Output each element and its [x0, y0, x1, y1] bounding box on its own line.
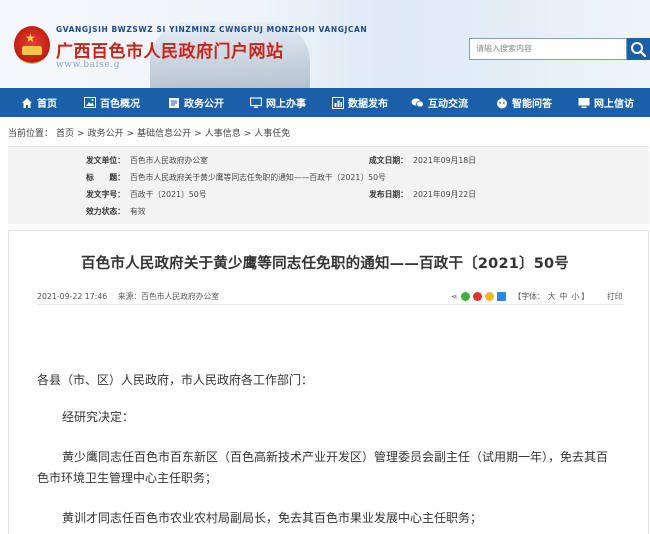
weibo-share-icon[interactable] [472, 292, 482, 301]
national-emblem-logo: ★ [14, 26, 50, 64]
meta-title: 标 题： 百色市人民政府关于黄少鹰等同志任免职的通知——百政干〔2021〕50号 [86, 173, 386, 182]
nav-item-label: 政务公开 [184, 99, 224, 110]
font-size-medium[interactable]: 中 [560, 291, 568, 302]
site-url: www.baise.g [56, 60, 121, 70]
breadcrumb-separator: > [243, 129, 252, 139]
nav-item-label: 智能问答 [512, 99, 552, 110]
breadcrumb: 当前位置： 首页 > 政务公开 > 基础信息公开 > 人事信息 > 人事任免 [8, 126, 293, 139]
search-input[interactable]: 请输入搜索内容 [469, 38, 627, 60]
nav-item-overview[interactable]: 百色概况 [83, 88, 140, 117]
breadcrumb-separator: > [194, 129, 202, 139]
nav-item-label: 网上办事 [266, 99, 306, 110]
nav-item-label: 网上信访 [594, 99, 634, 110]
qq-share-icon[interactable] [496, 292, 506, 301]
monitor-icon [249, 96, 262, 109]
site-title[interactable]: 广西百色市人民政府门户网站 [56, 37, 284, 62]
paragraph: 经研究决定： [62, 410, 135, 424]
breadcrumb-item-appointments[interactable]: 人事任免 [254, 129, 290, 139]
breadcrumb-separator: > [126, 129, 135, 139]
nav-item-label: 数据发布 [348, 99, 388, 110]
article-source-label: 来源： [117, 292, 142, 301]
article-datetime: 2021-09-22 17:46 [37, 292, 108, 301]
font-size-large[interactable]: 大 [548, 291, 556, 302]
meta-written-date: 成文日期： 2021年09月18日 [369, 156, 477, 165]
paragraph: 色市环境卫生管理中心主任职务； [37, 471, 218, 485]
meta-publisher: 发文单位： 百色市人民政府办公室 [86, 156, 208, 165]
font-size-small[interactable]: 小 [571, 291, 579, 302]
article-source: 百色市人民政府办公室 [141, 292, 220, 301]
article-title: 百色市人民政府关于黄少鹰等同志任免职的通知——百政干〔2021〕50号 [80, 256, 570, 272]
search-button[interactable] [627, 38, 650, 60]
nav-item-home[interactable]: 首页 [20, 88, 57, 117]
font-size-open: 【字体： [513, 292, 545, 301]
nav-item-interaction[interactable]: 互动交流 [411, 88, 468, 117]
nav-item-label: 首页 [37, 99, 57, 110]
meta-doc-number: 发文字号： 百政干〔2021〕50号 [86, 190, 207, 199]
robot-icon [495, 96, 508, 109]
share-bar: ⋖ 【字体： 大 中 小 】 打印 [451, 291, 623, 302]
print-link[interactable]: 打印 [607, 291, 623, 302]
nav-item-online-service[interactable]: 网上办事 [249, 88, 306, 117]
emblem-gate [22, 46, 42, 55]
meta-publish-date: 发布日期： 2021年09月22日 [369, 190, 477, 199]
search-icon [631, 42, 647, 58]
breadcrumb-item-gov-affairs[interactable]: 政务公开 [88, 129, 124, 139]
font-size-close: 】 [581, 292, 589, 301]
nav-item-label: 百色概况 [100, 99, 140, 110]
computer-icon [577, 96, 590, 109]
breadcrumb-prefix: 当前位置： [8, 129, 54, 139]
breadcrumb-separator: > [77, 129, 85, 139]
share-icon[interactable]: ⋖ [451, 292, 458, 301]
site-pinyin-title: GVANGJSIH BWZSWZ SI YINZMINZ CWNGFUJ MON… [56, 25, 368, 34]
document-icon [167, 96, 180, 109]
paragraph: 黄训才同志任百色市农业农村局副局长，免去其百色市果业发展中心主任职务； [62, 511, 483, 525]
article-info: 2021-09-22 17:46 来源：百色市人民政府办公室 [37, 291, 219, 302]
nav-item-data-release[interactable]: 数据发布 [331, 88, 388, 117]
breadcrumb-item-personnel-info[interactable]: 人事信息 [205, 129, 241, 139]
nav-item-smart-qa[interactable]: 智能问答 [495, 88, 552, 117]
qzone-share-icon[interactable] [484, 292, 494, 301]
breadcrumb-item-basic-info[interactable]: 基础信息公开 [137, 129, 191, 139]
breadcrumb-item-home[interactable]: 首页 [56, 129, 74, 139]
star-icon: ★ [25, 31, 36, 45]
wechat-share-icon[interactable] [460, 292, 470, 301]
paragraph: 各县（市、区）人民政府，市人民政府各工作部门： [37, 373, 314, 387]
image-icon [83, 96, 96, 109]
divider [37, 304, 624, 305]
home-icon [20, 96, 33, 109]
nav-item-petition[interactable]: 网上信访 [577, 88, 634, 117]
chart-icon [331, 96, 344, 109]
nav-item-gov-affairs[interactable]: 政务公开 [167, 88, 224, 117]
chat-icon [411, 96, 424, 109]
nav-item-label: 互动交流 [428, 99, 468, 110]
main-nav: 首页 百色概况 政务公开 网上办事 数据发布 互动交流 智能问答 网上信访 [0, 88, 650, 117]
meta-status: 效力状态： 有效 [86, 207, 146, 216]
